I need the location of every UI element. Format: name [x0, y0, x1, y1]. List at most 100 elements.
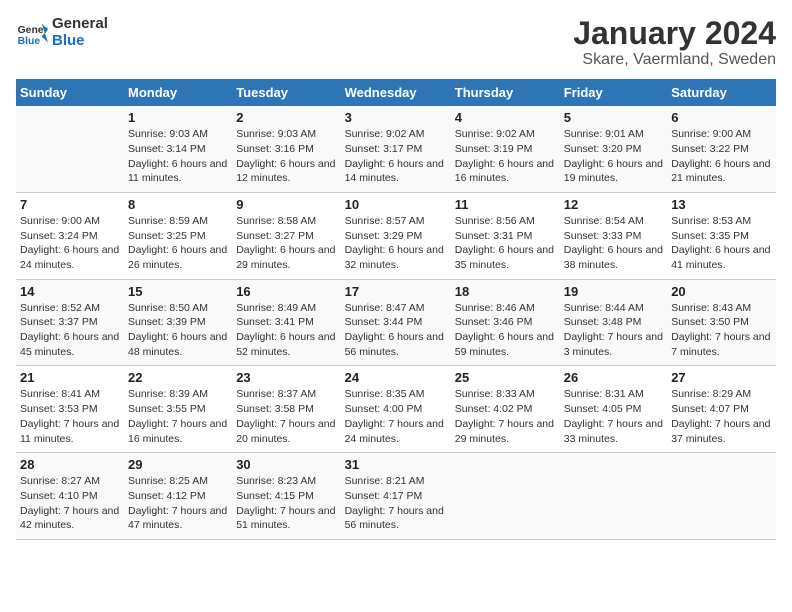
day-number: 29	[128, 457, 228, 472]
day-info: Sunrise: 8:23 AMSunset: 4:15 PMDaylight:…	[236, 474, 336, 533]
day-info: Sunrise: 8:53 AMSunset: 3:35 PMDaylight:…	[671, 214, 772, 273]
page-subtitle: Skare, Vaermland, Sweden	[573, 51, 776, 69]
cell-w5-d4: 31Sunrise: 8:21 AMSunset: 4:17 PMDayligh…	[341, 453, 451, 540]
day-number: 9	[236, 197, 336, 212]
cell-w3-d7: 20 Sunrise: 8:43 AMSunset: 3:50 PMDayligh…	[667, 279, 776, 366]
day-info: Sunrise: 8:58 AMSunset: 3:27 PMDaylight:…	[236, 214, 336, 273]
week-row-5: 28Sunrise: 8:27 AMSunset: 4:10 PMDayligh…	[16, 453, 776, 540]
day-info: Sunrise: 9:02 AMSunset: 3:17 PMDaylight:…	[345, 127, 447, 186]
day-info: Sunrise: 8:56 AMSunset: 3:31 PMDaylight:…	[455, 214, 556, 273]
day-info: Sunrise: 8:25 AMSunset: 4:12 PMDaylight:…	[128, 474, 228, 533]
col-tuesday: Tuesday	[232, 79, 340, 106]
day-info: Sunrise: 9:01 AMSunset: 3:20 PMDaylight:…	[564, 127, 663, 186]
day-number: 10	[345, 197, 447, 212]
day-info: Sunrise: 8:57 AMSunset: 3:29 PMDaylight:…	[345, 214, 447, 273]
col-saturday: Saturday	[667, 79, 776, 106]
day-info: Sunrise: 8:35 AMSunset: 4:00 PMDaylight:…	[345, 387, 447, 446]
day-info: Sunrise: 8:44 AMSunset: 3:48 PMDaylight:…	[564, 301, 663, 360]
day-number: 20	[671, 284, 772, 299]
day-info: Sunrise: 9:03 AMSunset: 3:14 PMDaylight:…	[128, 127, 228, 186]
week-row-2: 7 Sunrise: 9:00 AMSunset: 3:24 PMDaylight…	[16, 192, 776, 279]
day-info: Sunrise: 9:00 AMSunset: 3:24 PMDaylight:…	[20, 214, 120, 273]
cell-w1-d4: 3Sunrise: 9:02 AMSunset: 3:17 PMDaylight…	[341, 106, 451, 192]
cell-w3-d1: 14 Sunrise: 8:52 AMSunset: 3:37 PMDayligh…	[16, 279, 124, 366]
day-info: Sunrise: 8:29 AMSunset: 4:07 PMDaylight:…	[671, 387, 772, 446]
day-info: Sunrise: 8:47 AMSunset: 3:44 PMDaylight:…	[345, 301, 447, 360]
day-number: 25	[455, 370, 556, 385]
cell-w5-d7	[667, 453, 776, 540]
cell-w2-d3: 9 Sunrise: 8:58 AMSunset: 3:27 PMDaylight…	[232, 192, 340, 279]
day-number: 7	[20, 197, 120, 212]
cell-w4-d6: 26Sunrise: 8:31 AMSunset: 4:05 PMDayligh…	[560, 366, 667, 453]
day-info: Sunrise: 8:59 AMSunset: 3:25 PMDaylight:…	[128, 214, 228, 273]
day-number: 22	[128, 370, 228, 385]
cell-w3-d4: 17Sunrise: 8:47 AMSunset: 3:44 PMDayligh…	[341, 279, 451, 366]
logo-blue: Blue	[52, 33, 108, 50]
svg-text:Blue: Blue	[18, 36, 41, 47]
logo-general: General	[52, 16, 108, 33]
cell-w1-d7: 6 Sunrise: 9:00 AMSunset: 3:22 PMDaylight…	[667, 106, 776, 192]
day-number: 18	[455, 284, 556, 299]
cell-w3-d5: 18 Sunrise: 8:46 AMSunset: 3:46 PMDayligh…	[451, 279, 560, 366]
day-number: 2	[236, 110, 336, 125]
cell-w3-d3: 16 Sunrise: 8:49 AMSunset: 3:41 PMDayligh…	[232, 279, 340, 366]
header-row: Sunday Monday Tuesday Wednesday Thursday…	[16, 79, 776, 106]
cell-w2-d1: 7 Sunrise: 9:00 AMSunset: 3:24 PMDaylight…	[16, 192, 124, 279]
day-info: Sunrise: 9:03 AMSunset: 3:16 PMDaylight:…	[236, 127, 336, 186]
cell-w4-d7: 27 Sunrise: 8:29 AMSunset: 4:07 PMDayligh…	[667, 366, 776, 453]
cell-w1-d1	[16, 106, 124, 192]
cell-w3-d6: 19Sunrise: 8:44 AMSunset: 3:48 PMDayligh…	[560, 279, 667, 366]
cell-w2-d7: 13 Sunrise: 8:53 AMSunset: 3:35 PMDayligh…	[667, 192, 776, 279]
day-number: 1	[128, 110, 228, 125]
day-number: 13	[671, 197, 772, 212]
cell-w1-d5: 4Sunrise: 9:02 AMSunset: 3:19 PMDaylight…	[451, 106, 560, 192]
week-row-3: 14 Sunrise: 8:52 AMSunset: 3:37 PMDayligh…	[16, 279, 776, 366]
col-friday: Friday	[560, 79, 667, 106]
day-info: Sunrise: 8:52 AMSunset: 3:37 PMDaylight:…	[20, 301, 120, 360]
day-number: 24	[345, 370, 447, 385]
day-info: Sunrise: 9:00 AMSunset: 3:22 PMDaylight:…	[671, 127, 772, 186]
cell-w5-d5	[451, 453, 560, 540]
cell-w4-d1: 21 Sunrise: 8:41 AMSunset: 3:53 PMDayligh…	[16, 366, 124, 453]
day-number: 8	[128, 197, 228, 212]
day-number: 30	[236, 457, 336, 472]
day-info: Sunrise: 8:54 AMSunset: 3:33 PMDaylight:…	[564, 214, 663, 273]
day-number: 6	[671, 110, 772, 125]
col-sunday: Sunday	[16, 79, 124, 106]
cell-w2-d6: 12Sunrise: 8:54 AMSunset: 3:33 PMDayligh…	[560, 192, 667, 279]
cell-w4-d5: 25Sunrise: 8:33 AMSunset: 4:02 PMDayligh…	[451, 366, 560, 453]
title-block: January 2024 Skare, Vaermland, Sweden	[573, 16, 776, 69]
day-info: Sunrise: 8:41 AMSunset: 3:53 PMDaylight:…	[20, 387, 120, 446]
day-number: 26	[564, 370, 663, 385]
day-number: 15	[128, 284, 228, 299]
cell-w4-d2: 22Sunrise: 8:39 AMSunset: 3:55 PMDayligh…	[124, 366, 232, 453]
col-monday: Monday	[124, 79, 232, 106]
day-number: 21	[20, 370, 120, 385]
cell-w1-d3: 2 Sunrise: 9:03 AMSunset: 3:16 PMDaylight…	[232, 106, 340, 192]
day-number: 16	[236, 284, 336, 299]
logo-icon: General Blue	[16, 17, 48, 49]
cell-w2-d5: 11 Sunrise: 8:56 AMSunset: 3:31 PMDayligh…	[451, 192, 560, 279]
day-info: Sunrise: 8:37 AMSunset: 3:58 PMDaylight:…	[236, 387, 336, 446]
day-info: Sunrise: 8:21 AMSunset: 4:17 PMDaylight:…	[345, 474, 447, 533]
day-number: 14	[20, 284, 120, 299]
day-info: Sunrise: 8:50 AMSunset: 3:39 PMDaylight:…	[128, 301, 228, 360]
calendar-table: Sunday Monday Tuesday Wednesday Thursday…	[16, 79, 776, 540]
cell-w1-d2: 1 Sunrise: 9:03 AMSunset: 3:14 PMDaylight…	[124, 106, 232, 192]
day-info: Sunrise: 8:46 AMSunset: 3:46 PMDaylight:…	[455, 301, 556, 360]
day-number: 27	[671, 370, 772, 385]
cell-w1-d6: 5 Sunrise: 9:01 AMSunset: 3:20 PMDaylight…	[560, 106, 667, 192]
cell-w2-d4: 10 Sunrise: 8:57 AMSunset: 3:29 PMDayligh…	[341, 192, 451, 279]
day-info: Sunrise: 8:43 AMSunset: 3:50 PMDaylight:…	[671, 301, 772, 360]
day-number: 11	[455, 197, 556, 212]
page-header: General Blue General Blue January 2024 S…	[16, 16, 776, 69]
week-row-4: 21 Sunrise: 8:41 AMSunset: 3:53 PMDayligh…	[16, 366, 776, 453]
cell-w5-d1: 28Sunrise: 8:27 AMSunset: 4:10 PMDayligh…	[16, 453, 124, 540]
col-wednesday: Wednesday	[341, 79, 451, 106]
cell-w5-d6	[560, 453, 667, 540]
day-number: 5	[564, 110, 663, 125]
cell-w3-d2: 15 Sunrise: 8:50 AMSunset: 3:39 PMDayligh…	[124, 279, 232, 366]
day-number: 4	[455, 110, 556, 125]
cell-w5-d2: 29 Sunrise: 8:25 AMSunset: 4:12 PMDayligh…	[124, 453, 232, 540]
day-info: Sunrise: 8:49 AMSunset: 3:41 PMDaylight:…	[236, 301, 336, 360]
